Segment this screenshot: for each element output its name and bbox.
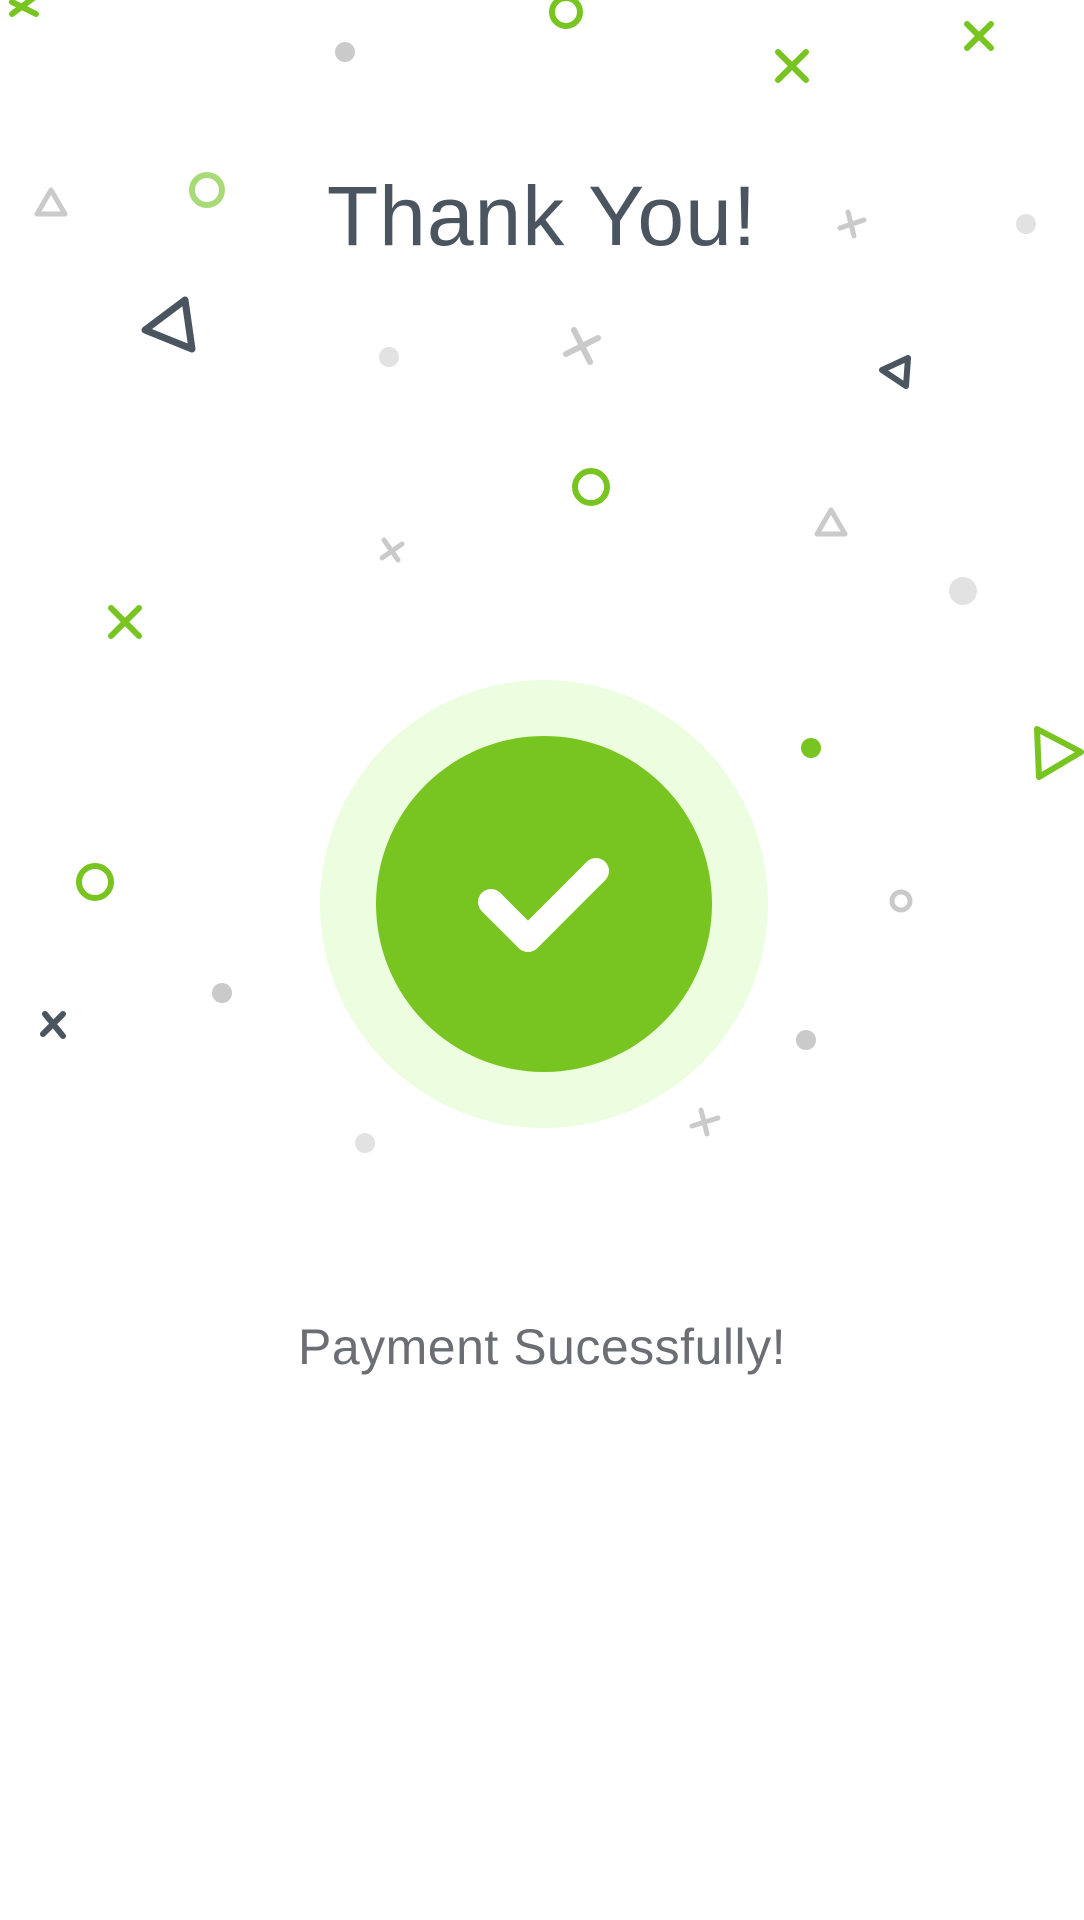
success-badge-circle xyxy=(376,736,712,1072)
payment-success-screen: Thank You! Payment Sucessfully! xyxy=(0,0,1084,1920)
confetti-ring xyxy=(889,889,913,913)
confetti-triangle xyxy=(1034,726,1084,780)
confetti-cross xyxy=(964,21,994,51)
confetti-dot xyxy=(212,983,232,1003)
confetti-cross xyxy=(379,537,405,563)
confetti-dot xyxy=(379,347,399,367)
confetti-dot xyxy=(335,42,355,62)
confetti-dot xyxy=(796,1030,816,1050)
confetti-triangle xyxy=(879,355,911,389)
confetti-cross xyxy=(775,49,809,83)
page-title: Thank You! xyxy=(326,169,758,263)
confetti-ring xyxy=(572,468,610,506)
confetti-cross xyxy=(40,1011,66,1039)
confetti-dot xyxy=(801,738,821,758)
confetti-cross xyxy=(108,605,142,639)
confetti-cross xyxy=(9,0,39,17)
success-badge xyxy=(320,680,768,1128)
confetti-triangle xyxy=(814,507,848,537)
confetti-ring xyxy=(76,863,114,901)
confetti-dot xyxy=(949,577,977,605)
confetti-dot xyxy=(355,1133,375,1153)
confetti-ring xyxy=(549,0,583,29)
payment-status-message: Payment Sucessfully! xyxy=(298,1319,786,1375)
confetti-cross xyxy=(563,327,601,365)
confetti-triangle xyxy=(141,296,196,353)
